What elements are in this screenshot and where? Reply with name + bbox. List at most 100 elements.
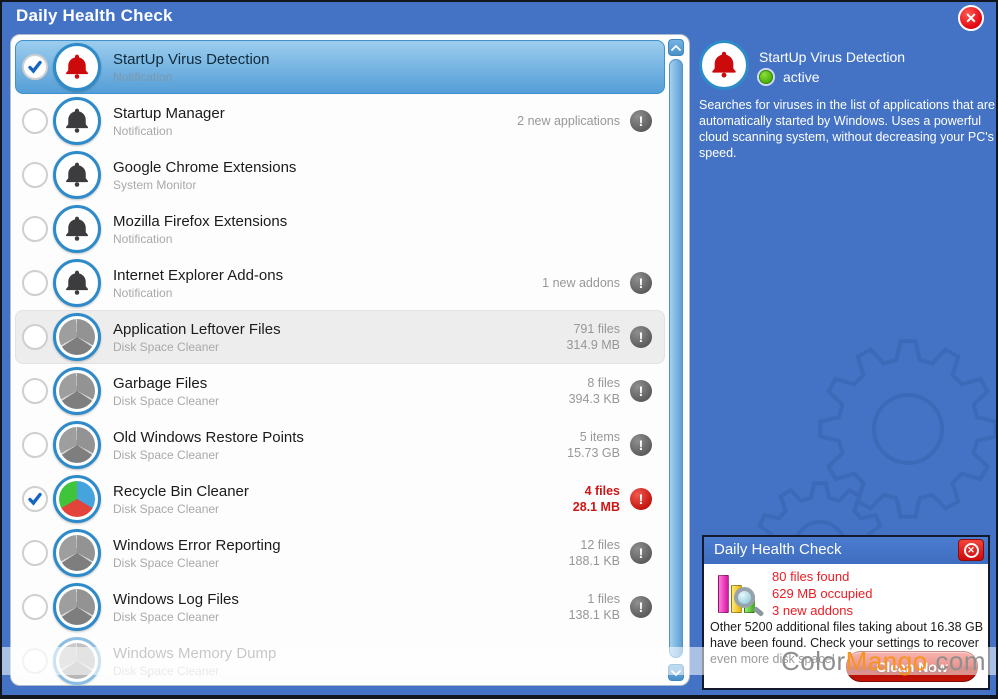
disk-icon (53, 367, 101, 415)
list-item-startup-manager[interactable]: Startup ManagerNotification 2 new applic… (15, 94, 665, 148)
checkbox-checked[interactable] (22, 486, 48, 512)
checkbox-checked[interactable] (22, 54, 48, 80)
checkbox[interactable] (22, 270, 48, 296)
item-title: Google Chrome Extensions (113, 159, 620, 176)
disk-icon (53, 583, 101, 631)
list-item-mozilla-firefox-extensions[interactable]: Mozilla Firefox ExtensionsNotification ! (15, 202, 665, 256)
list-item-internet-explorer-addons[interactable]: Internet Explorer Add-ons Notification 1 … (15, 256, 665, 310)
warning-icon-red: ! (630, 488, 652, 510)
list-item-old-windows-restore-points[interactable]: Old Windows Restore Points Disk Space Cle… (15, 418, 665, 472)
detail-description: Searches for viruses in the list of appl… (699, 97, 997, 161)
item-title: Windows Memory Dump (113, 645, 620, 662)
item-subtitle: Notification (113, 232, 620, 246)
warning-icon: ! (630, 596, 652, 618)
close-icon[interactable]: ✕ (958, 5, 984, 31)
warning-icon: ! (630, 380, 652, 402)
checkbox[interactable] (22, 378, 48, 404)
item-title: Internet Explorer Add-ons (113, 267, 542, 284)
daily-health-check-window: Daily Health Check ✕ StartUp Virus Detec… (0, 0, 998, 699)
checkbox[interactable] (22, 324, 48, 350)
item-title: StartUp Virus Detection (113, 51, 620, 68)
scrollbar (668, 39, 684, 681)
list-item-google-chrome-extensions[interactable]: Google Chrome ExtensionsSystem Monitor ! (15, 148, 665, 202)
bell-icon (699, 40, 749, 90)
detail-title: StartUp Virus Detection (759, 49, 905, 65)
item-title: Windows Error Reporting (113, 537, 569, 554)
warning-icon: ! (630, 434, 652, 456)
disk-icon (53, 529, 101, 577)
list-item-windows-error-reporting[interactable]: Windows Error Reporting Disk Space Cleane… (15, 526, 665, 580)
warning-icon: ! (630, 542, 652, 564)
item-subtitle: Disk Space Cleaner (113, 394, 569, 408)
item-title: Garbage Files (113, 375, 569, 392)
checkbox[interactable] (22, 432, 48, 458)
list-item-windows-log-files[interactable]: Windows Log FilesDisk Space Cleaner 1 fi… (15, 580, 665, 634)
popup-title-bar: Daily Health Check ✕ (704, 537, 988, 564)
scrollbar-thumb[interactable] (669, 59, 683, 658)
checkbox[interactable] (22, 648, 48, 674)
item-subtitle: Disk Space Cleaner (113, 664, 620, 678)
item-size: 394.3 KB (569, 391, 620, 407)
checkbox[interactable] (22, 162, 48, 188)
item-subtitle: System Monitor (113, 178, 620, 192)
chart-magnifier-icon (716, 569, 762, 621)
checkbox[interactable] (22, 540, 48, 566)
item-title: Recycle Bin Cleaner (113, 483, 573, 500)
popup-stats: 80 files found 629 MB occupied 3 new add… (772, 568, 872, 619)
popup-close-icon[interactable]: ✕ (958, 539, 984, 561)
item-size: 15.73 GB (567, 445, 620, 461)
stat-mb-occupied: 629 MB occupied (772, 585, 872, 602)
list-item-windows-memory-dump[interactable]: Windows Memory DumpDisk Space Cleaner ! (15, 634, 665, 686)
bell-icon (53, 205, 101, 253)
item-subtitle: Notification (113, 124, 517, 138)
disk-icon (53, 421, 101, 469)
status-row: active (759, 69, 820, 85)
item-count: 1 new addons (542, 275, 620, 291)
popup-title: Daily Health Check (714, 541, 842, 558)
item-count: 1 files (569, 591, 620, 607)
list-item-application-leftover-files[interactable]: Application Leftover FilesDisk Space Cle… (15, 310, 665, 364)
warning-icon: ! (630, 326, 652, 348)
warning-icon: ! (630, 272, 652, 294)
item-size: 314.9 MB (566, 337, 620, 353)
checks-panel: StartUp Virus Detection Notification ! St… (10, 34, 690, 686)
item-title: Old Windows Restore Points (113, 429, 567, 446)
list-item-startup-virus-detection[interactable]: StartUp Virus DetectionNotification ! (15, 40, 665, 94)
item-count: 8 files (569, 375, 620, 391)
bell-icon (53, 97, 101, 145)
checkbox[interactable] (22, 108, 48, 134)
item-subtitle: Disk Space Cleaner (113, 556, 569, 570)
stat-new-addons: 3 new addons (772, 602, 872, 619)
item-subtitle: Notification (113, 286, 542, 300)
stat-files-found: 80 files found (772, 568, 872, 585)
disk-icon (53, 637, 101, 685)
check-list: StartUp Virus Detection Notification ! St… (15, 40, 665, 686)
item-count: 12 files (569, 537, 620, 553)
scroll-up-icon[interactable] (668, 39, 684, 56)
scroll-down-icon[interactable] (668, 664, 684, 681)
item-count: 791 files (566, 321, 620, 337)
clean-now-button[interactable]: Clean Now (846, 651, 978, 682)
title-bar: Daily Health Check ✕ (2, 2, 996, 32)
status-dot-icon (759, 70, 773, 84)
warning-icon: ! (630, 110, 652, 132)
checkbox[interactable] (22, 594, 48, 620)
window-title: Daily Health Check (16, 6, 173, 26)
list-item-garbage-files[interactable]: Garbage Files Disk Space Cleaner 8 files3… (15, 364, 665, 418)
item-subtitle: Disk Space Cleaner (113, 448, 567, 462)
item-size: 138.1 KB (569, 607, 620, 623)
item-title: Application Leftover Files (113, 321, 566, 338)
detail-panel: StartUp Virus Detection active Searches … (692, 32, 998, 532)
item-title: Startup Manager (113, 105, 517, 122)
bell-icon (53, 43, 101, 91)
status-text: active (783, 69, 820, 85)
item-subtitle: Notification (113, 70, 620, 84)
checkbox[interactable] (22, 216, 48, 242)
item-size: 28.1 MB (573, 499, 620, 515)
clean-popup: Daily Health Check ✕ 80 files found 629 … (702, 535, 990, 690)
item-size: 188.1 KB (569, 553, 620, 569)
list-item-recycle-bin-cleaner[interactable]: Recycle Bin CleanerDisk Space Cleaner 4 … (15, 472, 665, 526)
item-title: Windows Log Files (113, 591, 569, 608)
item-title: Mozilla Firefox Extensions (113, 213, 620, 230)
item-count: 4 files (573, 483, 620, 499)
